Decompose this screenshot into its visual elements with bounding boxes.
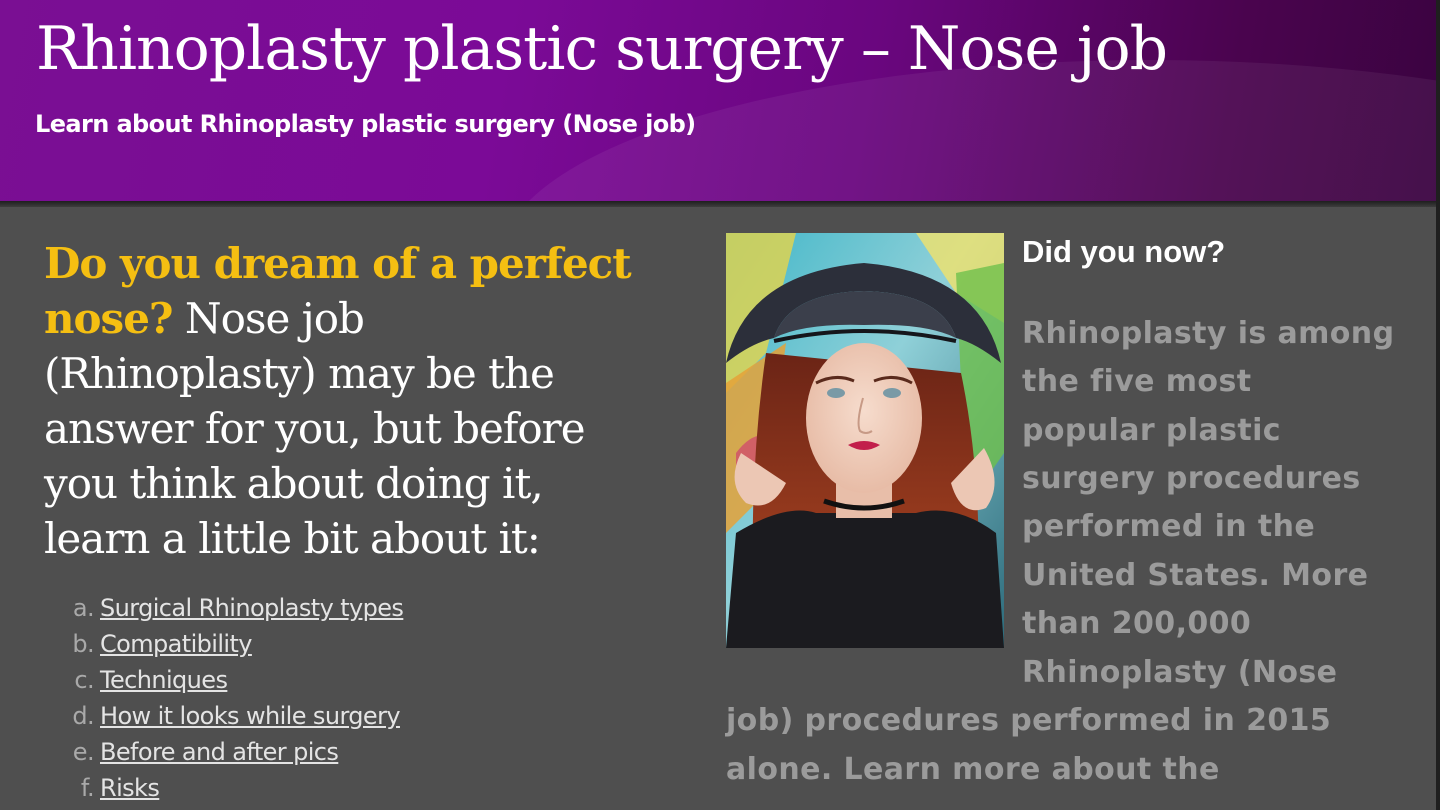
toc-link-surgical-types[interactable]: Surgical Rhinoplasty types (100, 594, 404, 622)
fact-line: Rhinoplasty (Nose (1022, 655, 1338, 690)
toc-item: b. Compatibility (60, 626, 403, 662)
woman-with-hat-photo (726, 233, 1004, 648)
toc-link-surgery-look[interactable]: How it looks while surgery (100, 702, 401, 730)
site-title[interactable]: Rhinoplasty plastic surgery – Nose job (36, 14, 1168, 84)
fact-line: than 200,000 (1022, 606, 1252, 641)
fact-line: Rhinoplasty is among (1022, 316, 1395, 351)
did-you-know-title: Did you now? (1022, 234, 1226, 269)
toc-link-before-after[interactable]: Before and after pics (100, 738, 339, 766)
toc-marker: c. (74, 666, 94, 694)
toc-marker: f. (80, 774, 95, 802)
fact-line: performed in the (1022, 509, 1316, 544)
fact-line: surgery procedures (1022, 461, 1361, 496)
fact-line: alone. Learn more about the (726, 752, 1220, 787)
toc-marker: a. (72, 594, 95, 622)
site-subtitle: Learn about Rhinoplasty plastic surgery … (35, 110, 696, 138)
toc-item: c. Techniques (60, 662, 403, 698)
toc-item: a. Surgical Rhinoplasty types (60, 590, 404, 626)
toc-item: f. Risks (60, 770, 403, 806)
toc-link-techniques[interactable]: Techniques (100, 666, 228, 694)
header-shadow (0, 201, 1436, 207)
toc-marker: b. (72, 630, 94, 658)
table-of-contents: a. Surgical Rhinoplasty types b. Compatibi… (60, 590, 404, 806)
toc-link-risks[interactable]: Risks (100, 774, 160, 802)
fact-line: United States. More (1022, 558, 1369, 593)
page-edge (1436, 0, 1440, 810)
toc-marker: d. (72, 702, 94, 730)
toc-marker: e. (72, 738, 95, 766)
toc-link-compatibility[interactable]: Compatibility (100, 630, 253, 658)
fact-line: the five most (1022, 364, 1252, 399)
intro-paragraph: Do you dream of a perfect nose? Nose job… (44, 236, 644, 566)
fact-line: job) procedures performed in 2015 (726, 703, 1332, 738)
toc-item: d. How it looks while surgery (60, 698, 403, 734)
fact-line: popular plastic (1022, 413, 1281, 448)
site-header: Rhinoplasty plastic surgery – Nose job L… (0, 0, 1436, 201)
toc-item: e. Before and after pics (60, 734, 403, 770)
